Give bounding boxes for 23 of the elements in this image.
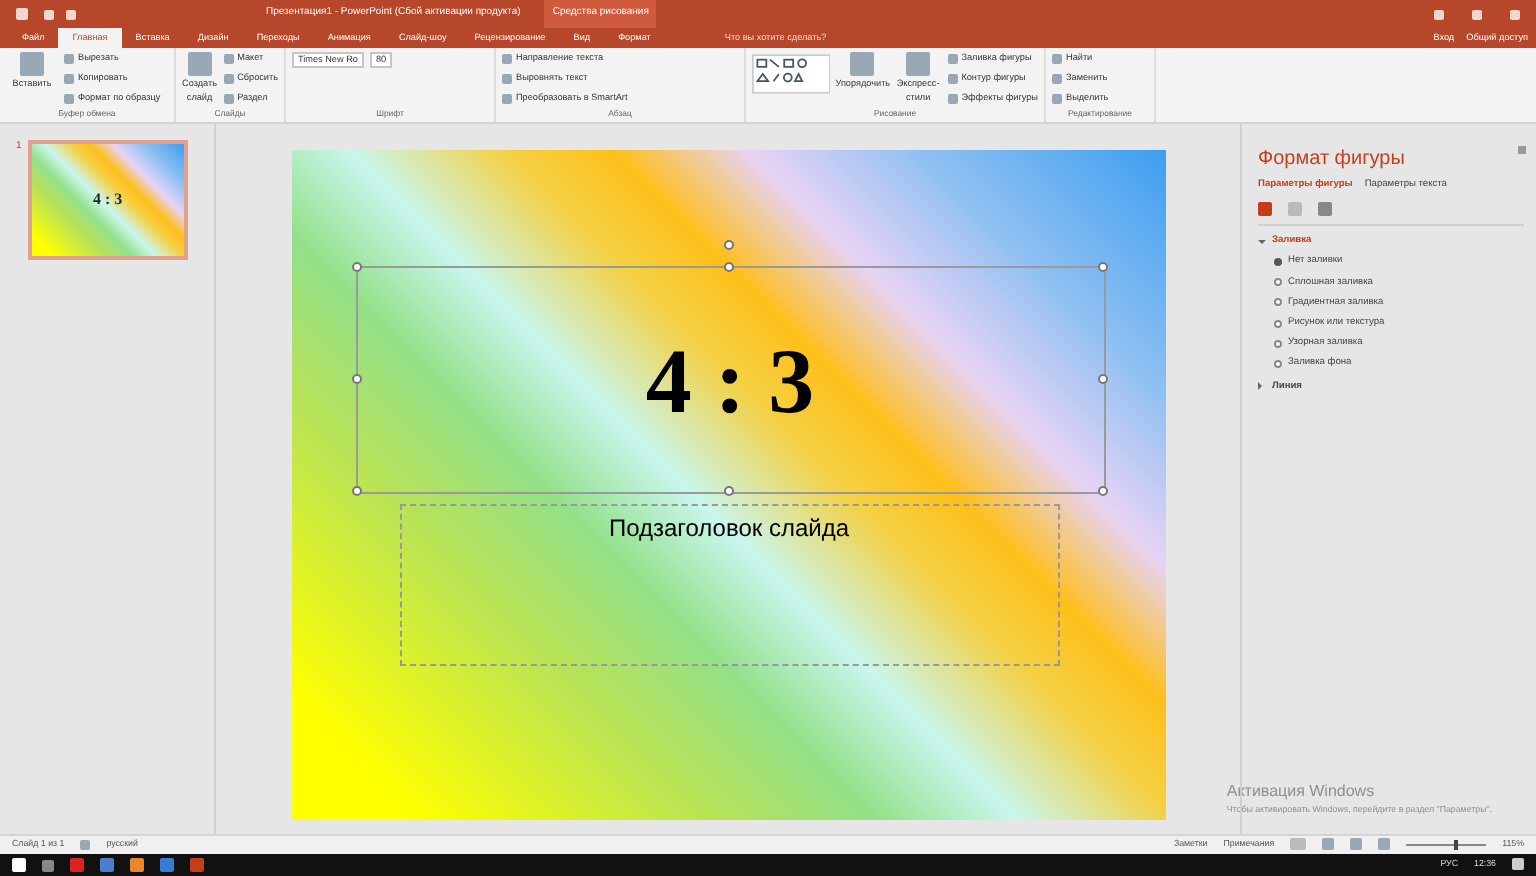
radio-button[interactable] [1274,298,1282,307]
thumbnail-title: 4 : 3 [92,188,123,212]
radio-button[interactable] [1274,359,1282,368]
radio-button[interactable] [1274,339,1282,348]
pane-title: Формат фигуры [1258,146,1405,174]
radio-button[interactable] [1274,257,1282,266]
shapes-gallery[interactable] [752,52,831,96]
slider-thumb[interactable] [1454,839,1459,850]
slide-title: 4 : 3 [645,327,815,435]
resize-handle[interactable] [724,486,734,496]
resize-handle[interactable] [351,262,361,272]
slide-subtitle: Подзаголовок слайда [608,512,850,546]
resize-handle[interactable] [351,374,361,384]
slide-thumbnail[interactable]: 4 : 3 [27,140,188,260]
radio-button[interactable] [1274,278,1282,287]
radio-button[interactable] [1274,319,1282,328]
resize-handle[interactable] [724,262,734,272]
activation-title: Активация Windows [1226,780,1377,805]
resize-handle[interactable] [1097,262,1107,272]
rotate-handle[interactable] [724,240,734,250]
resize-handle[interactable] [1097,374,1107,384]
resize-handle[interactable] [1097,486,1107,496]
resize-handle[interactable] [351,486,361,496]
